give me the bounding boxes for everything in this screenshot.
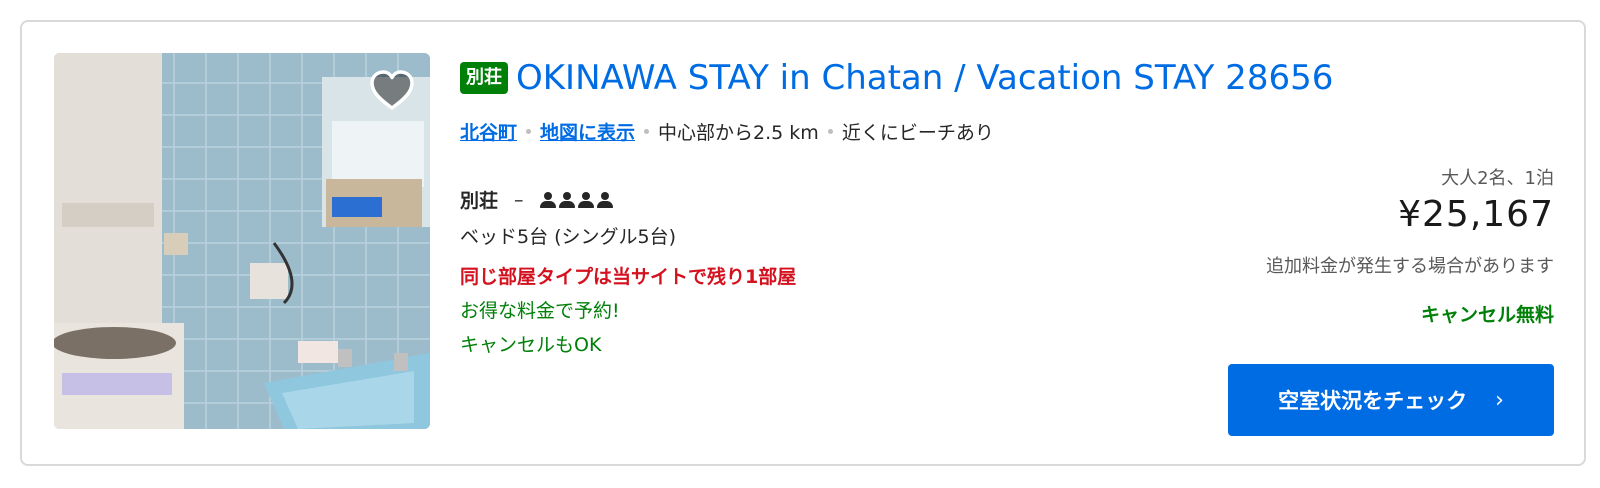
guests-nights: 大人2名、1泊 <box>1441 168 1554 189</box>
heart-icon[interactable] <box>368 67 416 115</box>
extra-fees-note: 追加料金が発生する場合があります <box>1266 256 1554 277</box>
beach-nearby: 近くにビーチあり <box>841 122 994 144</box>
person-icon <box>577 191 594 208</box>
separator-dot <box>644 129 650 134</box>
distance-from-center: 中心部から2.5 km <box>658 122 819 144</box>
property-card: 別荘 OKINAWA STAY in Chatan / Vacation STA… <box>20 20 1586 466</box>
room-type-dash: – <box>514 188 524 211</box>
person-icon <box>539 191 556 208</box>
deal-message: お得な料金で予約! <box>460 300 620 322</box>
free-cancellation: キャンセル無料 <box>1420 304 1554 326</box>
title-row: 別荘 OKINAWA STAY in Chatan / Vacation STA… <box>460 56 1333 100</box>
property-title-link[interactable]: OKINAWA STAY in Chatan / Vacation STAY 2… <box>516 56 1333 100</box>
property-photo[interactable] <box>54 53 430 429</box>
check-availability-label: 空室状況をチェック <box>1278 389 1468 413</box>
separator-dot <box>526 129 532 134</box>
separator-dot <box>827 129 833 134</box>
price-block: 大人2名、1泊 ¥25,167 追加料金が発生する場合があります キャンセル無料 <box>1194 164 1554 334</box>
room-type-name: 別荘 <box>460 190 499 212</box>
beds-info: ベッド5台 (シングル5台) <box>460 226 677 248</box>
room-type-row: 別荘 – <box>460 186 613 213</box>
chevron-right-icon: › <box>1495 387 1504 413</box>
max-guests-icons <box>539 191 613 208</box>
cancel-ok-message: キャンセルもOK <box>460 334 602 356</box>
town-link[interactable]: 北谷町 <box>460 118 517 145</box>
scarcity-message: 同じ部屋タイプは当サイトで残り1部屋 <box>460 266 797 288</box>
location-row: 北谷町 地図に表示 中心部から2.5 km 近くにビーチあり <box>460 118 994 145</box>
check-availability-button[interactable]: 空室状況をチェック › <box>1228 364 1554 436</box>
show-on-map-link[interactable]: 地図に表示 <box>540 118 635 145</box>
price: ¥25,167 <box>1398 194 1554 235</box>
person-icon <box>558 191 575 208</box>
property-type-badge: 別荘 <box>460 62 508 94</box>
person-icon <box>596 191 613 208</box>
